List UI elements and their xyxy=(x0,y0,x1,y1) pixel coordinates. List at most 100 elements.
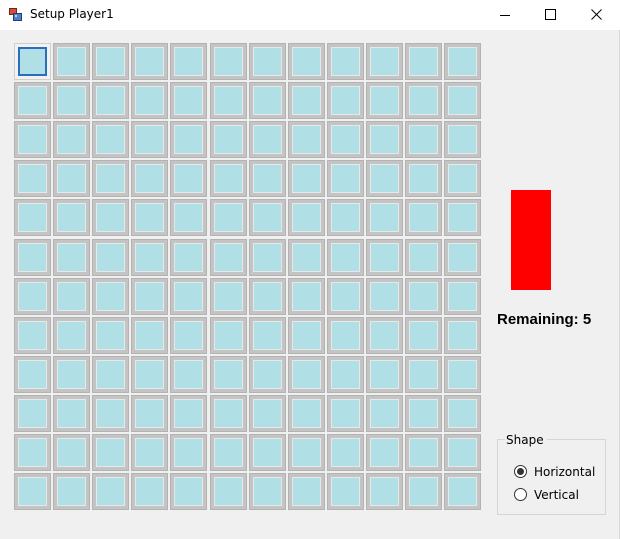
board-cell[interactable] xyxy=(131,160,168,197)
board-cell[interactable] xyxy=(249,317,286,354)
board-cell[interactable] xyxy=(405,43,442,80)
board-cell[interactable] xyxy=(249,121,286,158)
board-cell[interactable] xyxy=(170,121,207,158)
board-cell[interactable] xyxy=(92,395,129,432)
board-cell[interactable] xyxy=(210,317,247,354)
board-cell[interactable] xyxy=(210,395,247,432)
board-cell[interactable] xyxy=(53,199,90,236)
board-cell[interactable] xyxy=(405,473,442,510)
board-cell[interactable] xyxy=(170,395,207,432)
board-cell[interactable] xyxy=(444,473,481,510)
board-cell[interactable] xyxy=(210,473,247,510)
board-cell[interactable] xyxy=(92,82,129,119)
board-cell[interactable] xyxy=(170,278,207,315)
close-button[interactable] xyxy=(574,0,620,30)
board-cell[interactable] xyxy=(249,395,286,432)
board-cell[interactable] xyxy=(14,395,51,432)
board-cell[interactable] xyxy=(249,356,286,393)
board-cell[interactable] xyxy=(327,356,364,393)
board-cell[interactable] xyxy=(14,239,51,276)
board-cell[interactable] xyxy=(131,395,168,432)
board-cell[interactable] xyxy=(53,278,90,315)
board-cell[interactable] xyxy=(131,278,168,315)
board-cell[interactable] xyxy=(366,239,403,276)
board-cell[interactable] xyxy=(92,239,129,276)
board-cell[interactable] xyxy=(288,199,325,236)
board-cell[interactable] xyxy=(14,473,51,510)
board-cell[interactable] xyxy=(170,317,207,354)
board-cell[interactable] xyxy=(366,278,403,315)
board-cell[interactable] xyxy=(131,473,168,510)
board-cell[interactable] xyxy=(444,121,481,158)
board-cell[interactable] xyxy=(327,317,364,354)
board-cell[interactable] xyxy=(53,121,90,158)
board-cell[interactable] xyxy=(249,278,286,315)
board-cell[interactable] xyxy=(444,82,481,119)
board-cell[interactable] xyxy=(327,395,364,432)
board-cell[interactable] xyxy=(92,278,129,315)
board-cell[interactable] xyxy=(327,278,364,315)
board-cell[interactable] xyxy=(444,239,481,276)
board-cell[interactable] xyxy=(14,43,51,80)
board-cell[interactable] xyxy=(405,239,442,276)
board-cell[interactable] xyxy=(53,160,90,197)
board-cell[interactable] xyxy=(327,43,364,80)
minimize-button[interactable] xyxy=(482,0,528,30)
board-cell[interactable] xyxy=(131,434,168,471)
board-cell[interactable] xyxy=(210,434,247,471)
board-cell[interactable] xyxy=(444,434,481,471)
board-cell[interactable] xyxy=(170,356,207,393)
board-cell[interactable] xyxy=(366,395,403,432)
board-cell[interactable] xyxy=(327,160,364,197)
board-cell[interactable] xyxy=(92,160,129,197)
board-cell[interactable] xyxy=(14,434,51,471)
board-cell[interactable] xyxy=(92,473,129,510)
board-cell[interactable] xyxy=(405,121,442,158)
board-cell[interactable] xyxy=(444,199,481,236)
board-cell[interactable] xyxy=(210,160,247,197)
board-cell[interactable] xyxy=(170,434,207,471)
board-cell[interactable] xyxy=(53,473,90,510)
board-cell[interactable] xyxy=(288,82,325,119)
board-cell[interactable] xyxy=(249,160,286,197)
board-cell[interactable] xyxy=(288,317,325,354)
board-cell[interactable] xyxy=(53,317,90,354)
board-cell[interactable] xyxy=(444,278,481,315)
board-cell[interactable] xyxy=(14,82,51,119)
board-cell[interactable] xyxy=(14,121,51,158)
board-cell[interactable] xyxy=(288,356,325,393)
board-cell[interactable] xyxy=(92,317,129,354)
board-cell[interactable] xyxy=(405,160,442,197)
board-cell[interactable] xyxy=(366,473,403,510)
board-cell[interactable] xyxy=(444,160,481,197)
board-cell[interactable] xyxy=(210,199,247,236)
board-cell[interactable] xyxy=(366,434,403,471)
board-cell[interactable] xyxy=(366,199,403,236)
board-cell[interactable] xyxy=(327,239,364,276)
board-cell[interactable] xyxy=(92,356,129,393)
board-cell[interactable] xyxy=(327,434,364,471)
board-cell[interactable] xyxy=(288,160,325,197)
board-cell[interactable] xyxy=(366,160,403,197)
board-cell[interactable] xyxy=(210,356,247,393)
board-cell[interactable] xyxy=(366,317,403,354)
board-cell[interactable] xyxy=(366,121,403,158)
board-cell[interactable] xyxy=(444,43,481,80)
board-cell[interactable] xyxy=(405,317,442,354)
board-cell[interactable] xyxy=(53,239,90,276)
board-cell[interactable] xyxy=(288,43,325,80)
board-cell[interactable] xyxy=(249,473,286,510)
board-cell[interactable] xyxy=(170,199,207,236)
board-cell[interactable] xyxy=(444,395,481,432)
board-cell[interactable] xyxy=(288,434,325,471)
board-cell[interactable] xyxy=(14,278,51,315)
board-cell[interactable] xyxy=(288,395,325,432)
board-cell[interactable] xyxy=(327,121,364,158)
board-cell[interactable] xyxy=(210,239,247,276)
board-cell[interactable] xyxy=(249,199,286,236)
board-cell[interactable] xyxy=(131,82,168,119)
board-cell[interactable] xyxy=(131,199,168,236)
board-cell[interactable] xyxy=(210,121,247,158)
board-cell[interactable] xyxy=(210,82,247,119)
board-cell[interactable] xyxy=(131,43,168,80)
